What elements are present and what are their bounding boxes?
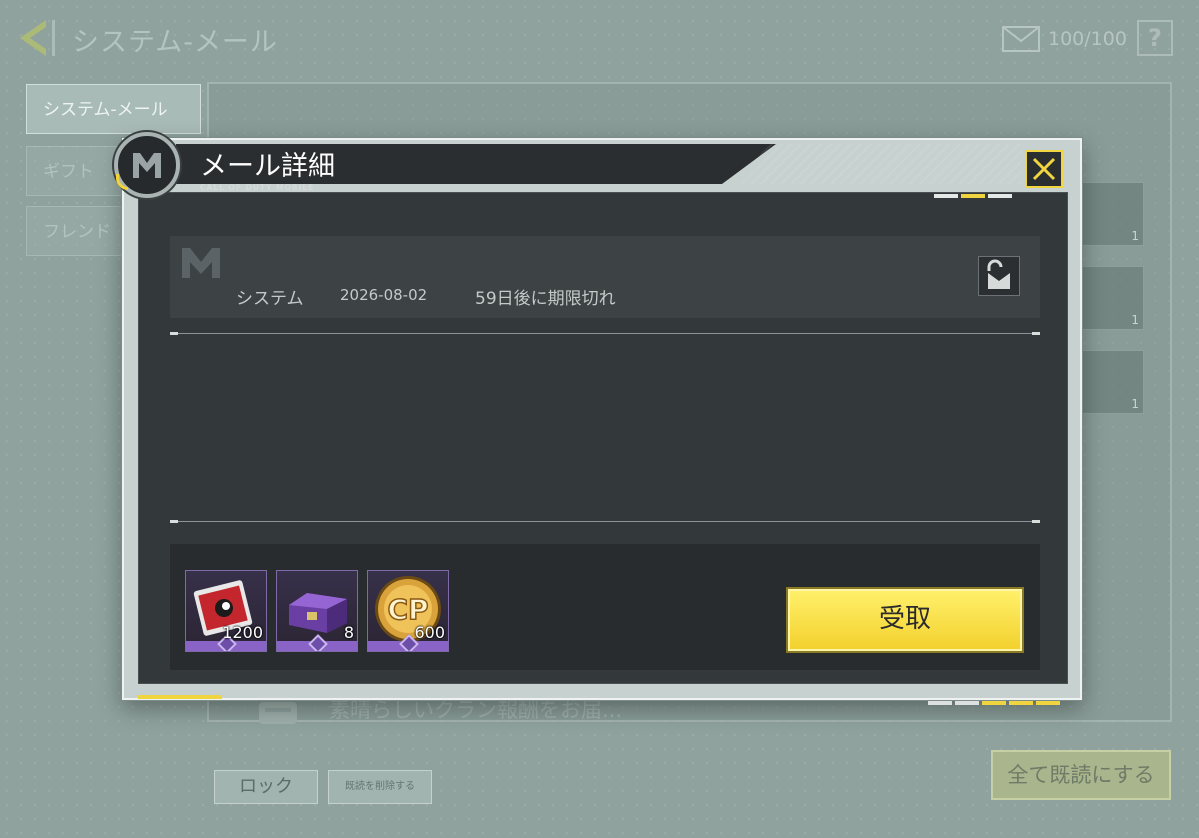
close-icon bbox=[1032, 157, 1056, 181]
sender-logo-icon bbox=[180, 246, 222, 280]
dialog-title: メール詳細 bbox=[200, 151, 335, 182]
mail-body bbox=[170, 338, 1040, 518]
reward-item[interactable]: 1200 bbox=[185, 570, 267, 652]
page-indicator bbox=[934, 183, 1018, 198]
reward-quantity: 600 bbox=[414, 623, 445, 642]
reward-thumb: 1 bbox=[1080, 266, 1144, 330]
mail-count: 100/100 bbox=[1048, 28, 1127, 50]
mail-meta-row: システム 2026-08-02 59日後に期限切れ bbox=[170, 236, 1040, 318]
mail-date: 2026-08-02 bbox=[340, 286, 428, 304]
mail-sender: システム bbox=[236, 289, 304, 309]
reward-thumb: 1 bbox=[1080, 350, 1144, 414]
read-all-button[interactable]: 全て既読にする bbox=[991, 750, 1171, 800]
divider bbox=[170, 520, 1040, 523]
reward-thumb-qty: 1 bbox=[1131, 397, 1139, 411]
divider bbox=[170, 332, 1040, 335]
reward-thumb-qty: 1 bbox=[1131, 313, 1139, 327]
reward-item[interactable]: 8 bbox=[276, 570, 358, 652]
tab-system-mail[interactable]: システム-メール bbox=[26, 84, 201, 134]
lock-button[interactable]: ロック bbox=[214, 770, 318, 804]
bottom-indicator bbox=[928, 690, 1068, 705]
envelope-icon bbox=[1002, 26, 1040, 52]
top-bar: システム-メール 100/100 ? bbox=[0, 0, 1199, 76]
mail-expiry: 59日後に期限切れ bbox=[475, 289, 616, 309]
mail-detail-dialog: メール詳細 CALL OF DUTY MOBILE システム 2026-08-0… bbox=[114, 132, 1082, 705]
reward-thumb: 1 bbox=[1080, 182, 1144, 246]
reward-quantity: 8 bbox=[343, 623, 354, 642]
reward-quantity: 1200 bbox=[222, 623, 263, 642]
help-button[interactable]: ? bbox=[1137, 20, 1173, 56]
reward-section: 1200 8 CP 600 受取 bbox=[170, 544, 1040, 670]
reward-item[interactable]: CP 600 bbox=[367, 570, 449, 652]
svg-text:CP: CP bbox=[387, 593, 428, 626]
lock-toggle-button[interactable] bbox=[978, 256, 1020, 296]
dialog-subtitle: CALL OF DUTY MOBILE bbox=[200, 183, 315, 192]
delete-read-button[interactable]: 既読を削除する bbox=[328, 770, 432, 804]
unlock-icon bbox=[987, 259, 1010, 289]
mail-icon bbox=[257, 698, 299, 728]
back-arrow-icon[interactable] bbox=[16, 18, 60, 58]
reward-thumb-qty: 1 bbox=[1131, 229, 1139, 243]
close-button[interactable] bbox=[1025, 150, 1063, 188]
corner-accent bbox=[138, 695, 222, 699]
claim-button[interactable]: 受取 bbox=[788, 589, 1022, 651]
page-title: システム-メール bbox=[72, 27, 278, 58]
